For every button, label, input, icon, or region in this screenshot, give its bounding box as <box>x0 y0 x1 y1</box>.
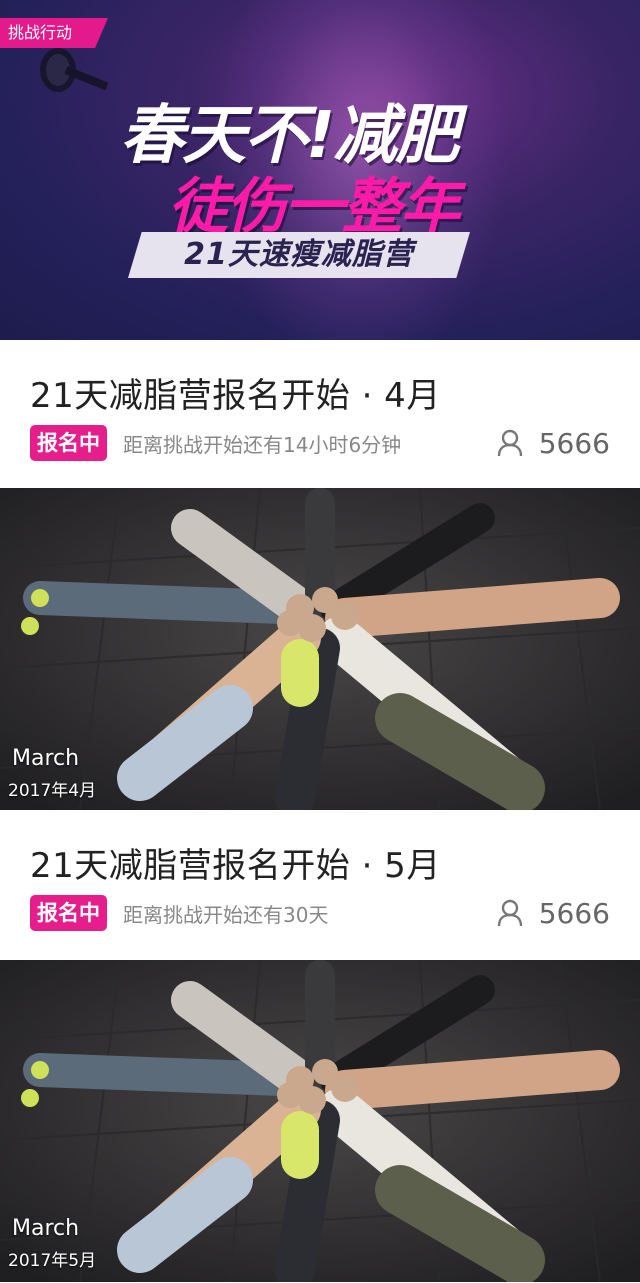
group-plank-photo <box>0 488 640 810</box>
group-plank-photo <box>0 960 640 1282</box>
status-badge: 报名中 <box>30 895 107 931</box>
photo-date-label: 2017年4月 <box>8 781 97 801</box>
hero-banner[interactable]: 挑战行动 春天不!减肥 徒伤一整年 21天速瘦减脂营 <box>0 0 640 340</box>
participant-count: 5666 <box>538 426 610 460</box>
camp-photo-april[interactable]: March 2017年4月 <box>0 488 640 810</box>
participant-count: 5666 <box>538 896 610 930</box>
participants: 5666 <box>497 427 610 460</box>
camp-photo-may[interactable]: March 2017年5月 <box>0 960 640 1282</box>
camp-card-april[interactable]: 21天减脂营报名开始 · 4月 报名中 距离挑战开始还有14小时6分钟 5666 <box>0 340 640 488</box>
countdown-text: 距离挑战开始还有30天 <box>123 902 329 927</box>
dumbbell-icon <box>40 48 109 92</box>
hero-band: 21天速瘦减脂营 <box>128 232 470 278</box>
participants: 5666 <box>497 897 610 930</box>
camp-meta: 报名中 距离挑战开始还有14小时6分钟 5666 <box>30 424 610 462</box>
photo-month-label: March <box>12 746 80 771</box>
camp-title: 21天减脂营报名开始 · 5月 <box>30 846 441 886</box>
status-badge: 报名中 <box>30 425 107 461</box>
camp-title: 21天减脂营报名开始 · 4月 <box>30 376 441 416</box>
hero-subheadline: 徒伤一整年 <box>168 172 460 242</box>
camp-list-page: 挑战行动 春天不!减肥 徒伤一整年 21天速瘦减脂营 21天减脂营报名开始 · … <box>0 0 640 1283</box>
camp-card-may[interactable]: 21天减脂营报名开始 · 5月 报名中 距离挑战开始还有30天 5666 <box>0 810 640 960</box>
challenge-tag-label: 挑战行动 <box>8 23 73 42</box>
challenge-tag: 挑战行动 <box>0 18 108 48</box>
countdown-text: 距离挑战开始还有14小时6分钟 <box>123 432 402 457</box>
photo-date-label: 2017年5月 <box>8 1251 97 1271</box>
camp-meta: 报名中 距离挑战开始还有30天 5666 <box>30 894 610 932</box>
person-icon <box>497 429 522 457</box>
hero-band-text: 21天速瘦减脂营 <box>184 237 414 272</box>
person-icon <box>497 899 522 927</box>
photo-month-label: March <box>12 1216 80 1241</box>
